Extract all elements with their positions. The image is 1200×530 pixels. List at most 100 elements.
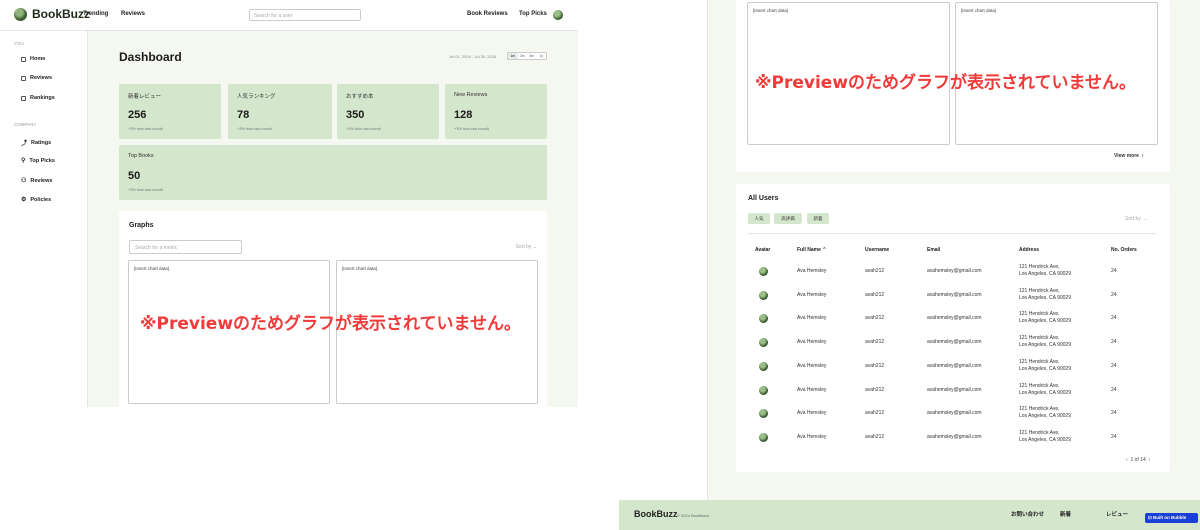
range-1y-button[interactable]: 1y [537, 53, 547, 59]
row-full-name: Ava Hemsley [797, 434, 827, 440]
sidebar-item-label: Home [30, 56, 46, 62]
trend-icon: ⤴ [21, 141, 28, 147]
row-username: avah212 [865, 387, 885, 393]
column-full-name[interactable]: Full Name ⌃ [797, 247, 827, 253]
filter-chip-top-rated[interactable]: 高評価 [774, 213, 802, 224]
column-avatar: Avatar [755, 247, 771, 253]
sidebar-item-rankings[interactable]: Rankings [21, 95, 55, 101]
page-indicator: 1 of 14 [1130, 457, 1146, 463]
chevron-down-icon: ⌄ [532, 244, 537, 250]
column-address: Address [1019, 247, 1040, 253]
brand-name: BookBuzz [32, 7, 90, 21]
sidebar-item-home[interactable]: Home [21, 56, 45, 62]
prev-page-icon[interactable]: ‹ [1126, 457, 1128, 463]
preview-notice: ※Previewのためグラフが表示されていません。 [755, 73, 1137, 93]
footer: BookBuzz © 2024 BookBuzz お問い合わせ 新着 レビュー [619, 500, 1200, 530]
stat-card-new-reviews: New Reviews 128 +3% from last month [445, 84, 547, 139]
gear-icon: ⚙ [21, 197, 27, 203]
row-orders: 24 [1111, 387, 1117, 393]
users-sort-dropdown[interactable]: Sort by ⌄ [1125, 216, 1148, 222]
user-search-input[interactable]: Search for a user [249, 9, 361, 21]
row-address-line1: 121 Hendrick Ave, [1019, 335, 1060, 341]
stat-change: +3% from last month [346, 127, 381, 131]
stat-value: 350 [346, 109, 365, 121]
metric-search-input[interactable]: Search for a metric [129, 240, 242, 254]
row-email: avahemsley@gmail.com [927, 387, 982, 393]
nav-top-picks[interactable]: Top Picks [519, 11, 547, 17]
pagination: ‹ 1 of 14 › [1126, 457, 1150, 463]
filter-chip-popular[interactable]: 人気 [748, 213, 770, 224]
footer-link-contact[interactable]: お問い合わせ [1011, 510, 1044, 518]
row-address-line2: Los Angeles, CA 90029 [1019, 437, 1071, 443]
row-email: avahemsley@gmail.com [927, 410, 982, 416]
users-icon: ⚇ [21, 178, 27, 184]
row-email: avahemsley@gmail.com [927, 339, 982, 345]
sidebar-item-company-reviews[interactable]: ⚇ Reviews [21, 177, 52, 185]
row-orders: 24 [1111, 410, 1117, 416]
nav-reviews[interactable]: Reviews [121, 11, 145, 17]
row-username: avah212 [865, 363, 885, 369]
stat-card-ranking: 人気ランキング 78 +3% from last month [228, 84, 332, 139]
bubble-icon: ⊡ [1148, 515, 1152, 520]
filter-chip-new[interactable]: 新着 [807, 213, 829, 224]
range-6m-button[interactable]: 6m [527, 53, 537, 59]
sidebar-item-top-picks[interactable]: ⚲ Top Picks [21, 157, 55, 165]
row-address-line2: Los Angeles, CA 90029 [1019, 390, 1071, 396]
sidebar-group-company: COMPANY [14, 122, 37, 127]
footer-link-review[interactable]: レビュー [1106, 510, 1128, 518]
stat-value: 50 [128, 170, 141, 182]
row-email: avahemsley@gmail.com [927, 292, 982, 298]
sidebar-item-label: Top Picks [29, 157, 55, 164]
row-address-line1: 121 Hendrick Ave, [1019, 406, 1060, 412]
nav-book-reviews[interactable]: Book Reviews [467, 11, 508, 17]
all-users-card [736, 184, 1170, 472]
row-avatar [759, 267, 768, 276]
stat-card-top-books: Top Books 50 +3% from last month [119, 145, 547, 200]
sort-by-dropdown[interactable]: Sort by ⌄ [516, 244, 537, 250]
row-email: avahemsley@gmail.com [927, 363, 982, 369]
stat-label: New Reviews [454, 92, 488, 98]
document-icon [21, 75, 26, 81]
footer-brand[interactable]: BookBuzz [634, 509, 678, 519]
sidebar-item-ratings[interactable]: ⤴ Ratings [21, 138, 51, 148]
preview-notice: ※Previewのためグラフが表示されていません。 [140, 314, 522, 334]
stat-value: 78 [237, 109, 250, 121]
chart-placeholder-text: [Insert chart data] [342, 266, 378, 271]
row-address-line2: Los Angeles, CA 90029 [1019, 342, 1071, 348]
range-3m-button[interactable]: 3m [518, 53, 528, 59]
row-full-name: Ava Hemsley [797, 387, 827, 393]
row-username: avah212 [865, 434, 885, 440]
column-username: Username [865, 247, 890, 253]
row-avatar [759, 291, 768, 300]
range-1m-button[interactable]: 1m [508, 53, 518, 59]
sidebar-item-policies[interactable]: ⚙ Policies [21, 196, 51, 204]
chart-placeholder-text: [Insert chart data] [753, 8, 789, 13]
column-label: Full Name [797, 247, 821, 253]
stat-label: おすすめ本 [346, 94, 374, 100]
sidebar: YOU Home Reviews Rankings COMPANY ⤴ Rati… [0, 31, 88, 407]
row-full-name: Ava Hemsley [797, 268, 827, 274]
brand-logo[interactable]: BookBuzz [14, 7, 90, 21]
view-more-link[interactable]: View more › [1114, 153, 1143, 159]
footer-link-new[interactable]: 新着 [1060, 510, 1071, 518]
row-full-name: Ava Hemsley [797, 410, 827, 416]
stat-value: 256 [128, 109, 147, 121]
view-more-label: View more [1114, 153, 1139, 159]
sidebar-item-reviews[interactable]: Reviews [21, 75, 52, 81]
nav-trending[interactable]: Trending [83, 11, 108, 17]
row-full-name: Ava Hemsley [797, 292, 827, 298]
built-on-bubble-badge[interactable]: ⊡ Built on Bubble [1145, 513, 1198, 523]
top-navbar: BookBuzz Trending Reviews Search for a u… [0, 0, 578, 31]
sidebar-item-label: Rankings [30, 95, 55, 101]
sidebar-group-you: YOU [14, 41, 24, 46]
next-page-icon[interactable]: › [1149, 457, 1151, 463]
row-address-line2: Los Angeles, CA 90029 [1019, 271, 1071, 277]
row-orders: 24 [1111, 268, 1117, 274]
row-username: avah212 [865, 315, 885, 321]
user-avatar[interactable] [553, 10, 563, 20]
row-orders: 24 [1111, 292, 1117, 298]
row-avatar [759, 386, 768, 395]
book-logo-icon [14, 7, 27, 21]
stat-change: +3% from last month [454, 127, 489, 131]
row-full-name: Ava Hemsley [797, 363, 827, 369]
